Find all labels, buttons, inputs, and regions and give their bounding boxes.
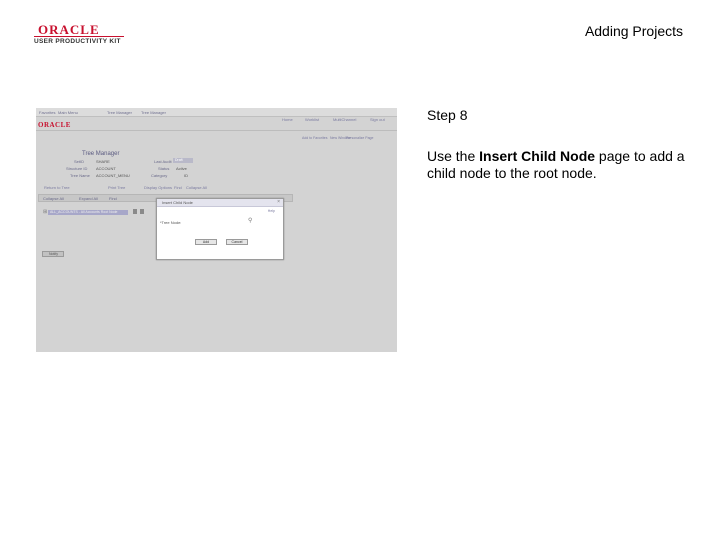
- tree-manager-title: Tree Manager: [82, 151, 120, 157]
- logo-product-text: USER PRODUCTIVITY KIT: [34, 38, 121, 45]
- root-node[interactable]: ALL_ACCOUNTS - All Accounts Root Node: [48, 210, 128, 215]
- personalize-link[interactable]: Personalize Page: [346, 136, 373, 140]
- help-link[interactable]: Help: [268, 209, 275, 213]
- add-favorites-link[interactable]: Add to Favorites: [302, 136, 327, 140]
- dialog-title-bar: Insert Child Node ×: [157, 199, 283, 207]
- page-title: Adding Projects: [584, 23, 683, 39]
- category-label: Category: [151, 173, 168, 178]
- find-link[interactable]: Find: [174, 185, 182, 190]
- structure-value: ACCOUNT: [96, 166, 116, 171]
- grid-expand-all[interactable]: Expand All: [79, 196, 98, 201]
- lookup-search-icon[interactable]: ⚲: [248, 217, 252, 224]
- nav-main-menu[interactable]: Main Menu: [58, 110, 78, 115]
- nav-tree-manager-2[interactable]: Tree Manager: [141, 110, 166, 115]
- nav-tree-manager-1[interactable]: Tree Manager: [107, 110, 132, 115]
- cancel-button[interactable]: Cancel: [226, 239, 248, 245]
- setid-label: SetID: [74, 159, 85, 164]
- expand-node-icon[interactable]: ⊞: [43, 209, 47, 215]
- tree-node-label: *Tree Node:: [160, 220, 182, 225]
- treename-label: Tree Name: [70, 173, 90, 178]
- header-separator: [36, 130, 397, 131]
- display-options-link[interactable]: Display Options: [144, 185, 172, 190]
- step-desc-bold: Insert Child Node: [479, 148, 596, 164]
- insert-child-node-dialog: Insert Child Node × Help *Tree Node: ⚲ A…: [156, 198, 284, 260]
- step-desc-before: Use the: [427, 148, 480, 164]
- close-icon[interactable]: ×: [277, 199, 280, 205]
- multichannel-link[interactable]: MultiChannel: [333, 117, 356, 122]
- app-oracle-logo: ORACLE: [38, 121, 71, 129]
- grid-find[interactable]: Find: [109, 196, 117, 201]
- nav-bar: Favorites Main Menu Tree Manager Tree Ma…: [36, 108, 397, 117]
- nav-favorites[interactable]: Favorites: [39, 110, 55, 115]
- home-link[interactable]: Home: [282, 117, 293, 122]
- worklist-link[interactable]: Worklist: [305, 117, 319, 122]
- structure-label: Structure ID: [66, 166, 88, 171]
- notify-button[interactable]: Notify: [42, 251, 64, 257]
- return-to-tree-link[interactable]: Return to Tree: [44, 185, 70, 190]
- status-label: Status: [158, 166, 170, 171]
- step-number: Step 8: [427, 107, 468, 123]
- lastaudit-badge: Draft: [173, 158, 193, 163]
- signout-link[interactable]: Sign out: [370, 117, 385, 122]
- application-screenshot: Favorites Main Menu Tree Manager Tree Ma…: [36, 108, 397, 352]
- dialog-title: Insert Child Node: [162, 200, 193, 205]
- logo-divider: [34, 36, 124, 37]
- collapse-all-link[interactable]: Collapse All: [186, 185, 207, 190]
- add-button[interactable]: Add: [195, 239, 217, 245]
- treename-value: ACCOUNT_MENU: [96, 173, 130, 178]
- insert-sibling-icon[interactable]: [140, 209, 144, 214]
- tree-node-input[interactable]: [184, 218, 248, 224]
- oracle-upk-logo: ORACLE USER PRODUCTIVITY KIT: [34, 22, 129, 48]
- step-description: Use the Insert Child Node page to add a …: [427, 148, 697, 182]
- lastaudit-label: Last Audit: [154, 159, 172, 164]
- grid-collapse-all[interactable]: Collapse All: [43, 196, 64, 201]
- insert-child-icon[interactable]: [133, 209, 137, 214]
- status-value: Active: [176, 166, 187, 171]
- print-tree-link[interactable]: Print Tree: [108, 185, 125, 190]
- setid-value: SHARE: [96, 159, 110, 164]
- category-value: ID: [184, 173, 188, 178]
